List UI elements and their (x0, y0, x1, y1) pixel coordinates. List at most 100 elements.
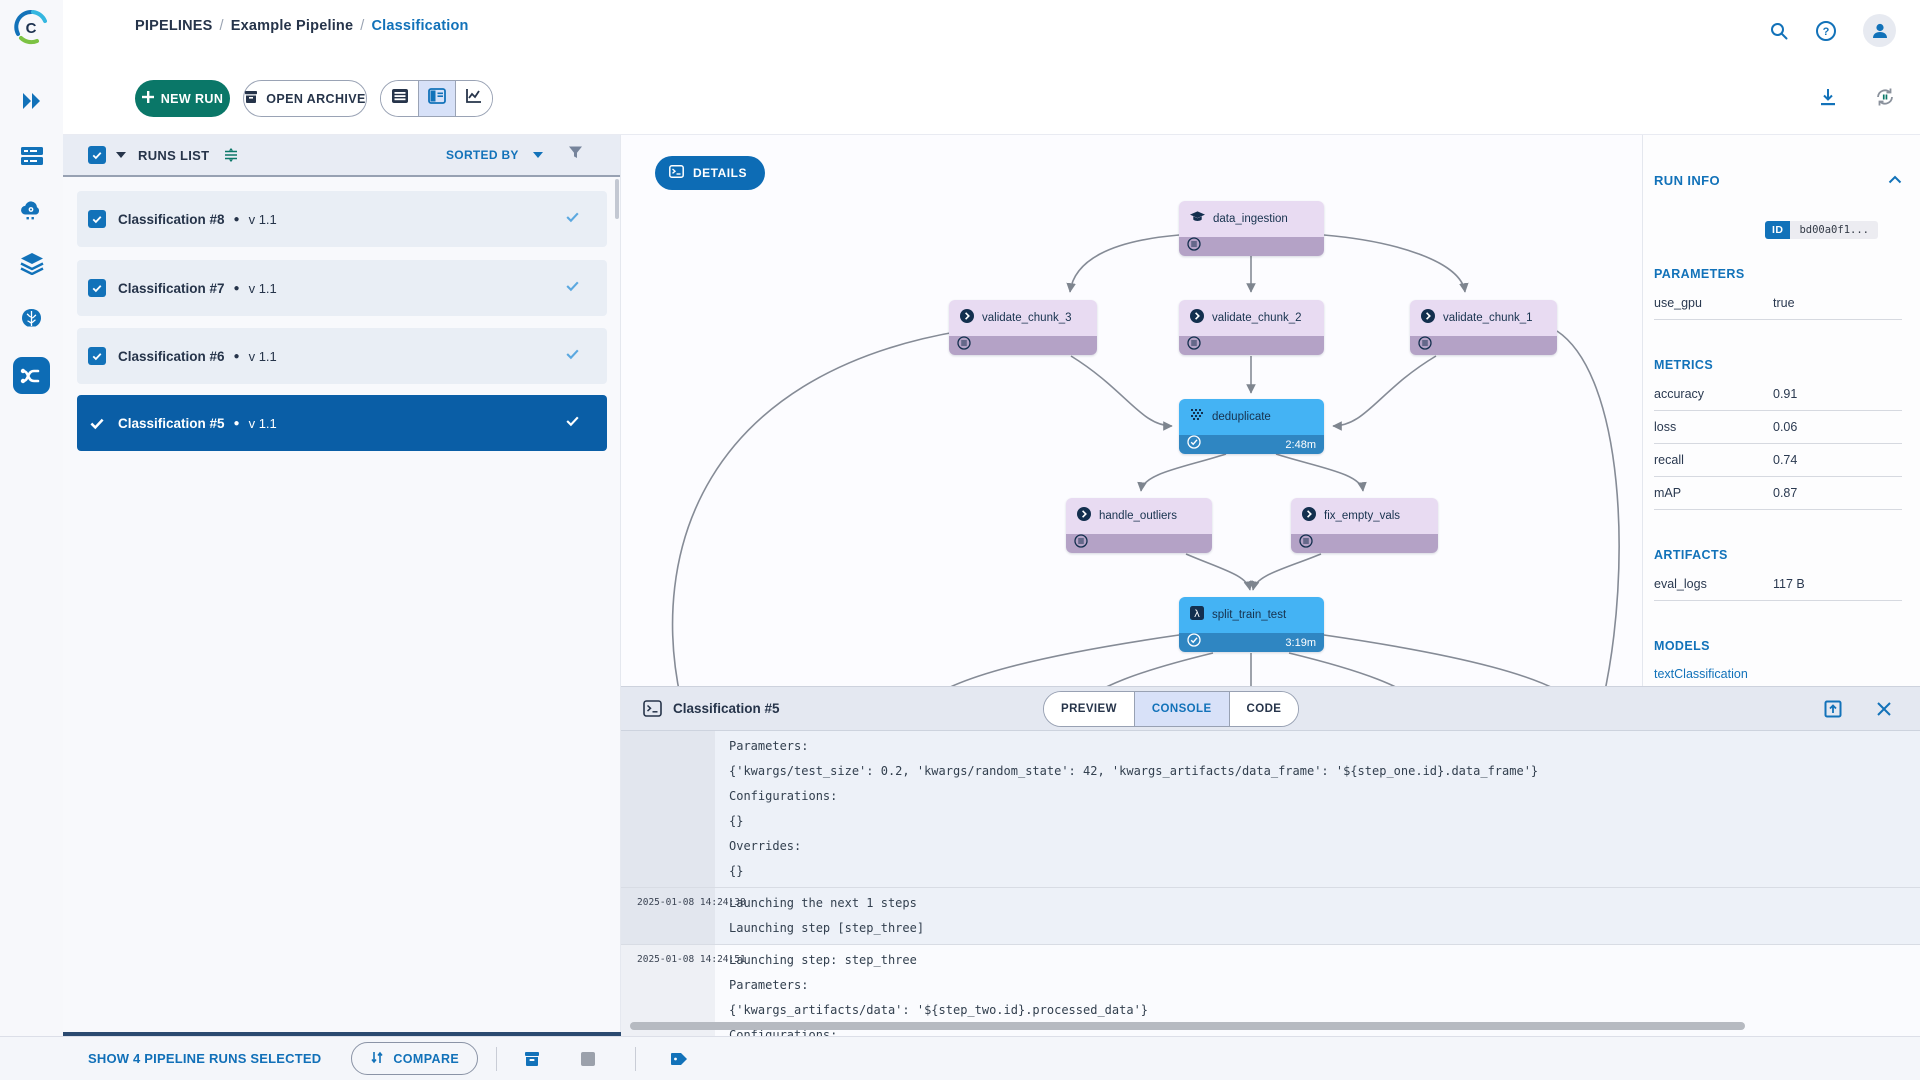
completed-check-icon (564, 208, 581, 230)
play-circle-icon (1077, 506, 1091, 526)
selected-runs-status[interactable]: SHOW 4 PIPELINE RUNS SELECTED (88, 1051, 321, 1066)
run-item-classification-6[interactable]: Classification #6 ● v 1.1 (77, 328, 607, 384)
filter-icon[interactable] (568, 145, 583, 165)
run-item-classification-5[interactable]: Classification #5 ● v 1.1 (77, 395, 607, 451)
metrics-section-title: METRICS (1654, 358, 1714, 372)
terminal-icon (669, 165, 684, 181)
breadcrumb-example-pipeline[interactable]: Example Pipeline (231, 18, 353, 34)
run-checkbox[interactable] (88, 347, 106, 365)
svg-text:C: C (26, 20, 37, 37)
breadcrumb-pipelines[interactable]: PIPELINES (135, 18, 213, 34)
archive-icon[interactable] (523, 1050, 541, 1068)
sidebar-item-workers-queues[interactable] (18, 197, 45, 224)
run-checkbox[interactable] (88, 279, 106, 297)
log-timestamp (621, 731, 715, 887)
console-horizontal-scrollbar[interactable] (630, 1022, 1745, 1030)
close-icon[interactable] (1876, 701, 1892, 717)
column-settings-icon[interactable] (223, 147, 239, 163)
completed-status-icon (1187, 633, 1201, 652)
console-tabs: PREVIEW CONSOLE CODE (1043, 691, 1300, 727)
download-icon[interactable] (1818, 87, 1838, 107)
node-data-ingestion[interactable]: data_ingestion (1179, 201, 1324, 256)
parameters-section-title: PARAMETERS (1654, 267, 1745, 281)
model-link[interactable]: textClassification (1654, 667, 1902, 681)
breadcrumb-classification[interactable]: Classification (372, 18, 469, 34)
help-icon[interactable]: ? (1815, 20, 1837, 42)
run-id-row: ID bd00a0f1... (1654, 221, 1878, 239)
sidebar: C (0, 0, 63, 1036)
run-info-title: RUN INFO (1654, 172, 1721, 188)
completed-status-icon (1187, 435, 1201, 454)
cloud-gear-icon (19, 199, 44, 223)
metric-row: recall 0.74 (1654, 444, 1902, 477)
sidebar-item-models[interactable] (18, 305, 45, 332)
chart-view-button[interactable] (455, 81, 492, 116)
layers-icon (19, 251, 45, 275)
tab-preview[interactable]: PREVIEW (1044, 692, 1134, 726)
play-circle-icon (960, 308, 974, 328)
node-fix-empty-vals[interactable]: fix_empty_vals (1291, 498, 1438, 553)
node-validate-chunk-2[interactable]: validate_chunk_2 (1179, 300, 1324, 355)
table-view-icon (391, 88, 409, 109)
svg-text:?: ? (1823, 26, 1830, 38)
table-view-button[interactable] (381, 81, 418, 116)
stop-icon-disabled (581, 1051, 596, 1066)
tab-console[interactable]: CONSOLE (1133, 692, 1229, 726)
node-handle-outliers[interactable]: handle_outliers (1066, 498, 1212, 553)
artifact-row: eval_logs 117 B (1654, 568, 1902, 601)
metric-row: mAP 0.87 (1654, 477, 1902, 510)
breadcrumb: PIPELINES / Example Pipeline / Classificatio… (135, 18, 469, 34)
completed-check-icon (564, 412, 581, 434)
sidebar-item-datasets[interactable] (18, 142, 45, 169)
chevron-up-icon[interactable] (1888, 171, 1902, 189)
log-line: Configurations: (729, 789, 838, 803)
play-circle-icon (1302, 506, 1316, 526)
models-section-title: MODELS (1654, 639, 1710, 653)
tag-icon[interactable] (670, 1051, 689, 1067)
open-archive-button[interactable]: OPEN ARCHIVE (243, 80, 367, 117)
expand-panel-icon[interactable] (1824, 700, 1842, 718)
tab-code[interactable]: CODE (1228, 692, 1299, 726)
select-all-checkbox[interactable] (88, 146, 106, 164)
completed-check-icon (564, 345, 581, 367)
node-split-train-test[interactable]: λ split_train_test 3:19m (1179, 597, 1324, 652)
run-checkbox[interactable] (88, 210, 106, 228)
split-view-button[interactable] (418, 81, 455, 116)
play-circle-icon (1190, 308, 1204, 328)
top-bar: PIPELINES / Example Pipeline / Classificatio… (63, 0, 1920, 64)
queued-status-icon (1418, 336, 1432, 355)
clearml-logo[interactable]: C (12, 8, 50, 46)
details-button[interactable]: DETAILS (655, 156, 765, 190)
sidebar-item-projects[interactable] (18, 87, 45, 114)
console-log: Parameters: {'kwargs/test_size': 0.2, 'k… (621, 731, 1920, 1036)
pipelines-icon (19, 365, 44, 387)
select-menu-caret[interactable] (116, 152, 126, 158)
node-runtime: 3:19m (1285, 636, 1316, 649)
search-icon[interactable] (1769, 21, 1789, 41)
user-avatar[interactable] (1863, 14, 1896, 47)
sorted-by-control[interactable]: SORTED BY (446, 148, 543, 162)
new-run-button[interactable]: NEW RUN (135, 80, 230, 117)
id-badge: ID (1764, 221, 1791, 239)
split-view-icon (428, 88, 446, 109)
run-id-value[interactable]: bd00a0f1... (1790, 221, 1878, 239)
dither-icon (1190, 408, 1204, 427)
sidebar-item-pipelines[interactable] (13, 357, 50, 394)
node-validate-chunk-1[interactable]: validate_chunk_1 (1410, 300, 1557, 355)
log-line: {'kwargs/test_size': 0.2, 'kwargs/random… (729, 764, 1539, 778)
log-line: {} (729, 814, 744, 828)
lambda-icon: λ (1190, 605, 1204, 625)
parameter-row: use_gpu true (1654, 287, 1902, 320)
node-validate-chunk-3[interactable]: validate_chunk_3 (949, 300, 1097, 355)
run-item-classification-8[interactable]: Classification #8 ● v 1.1 (77, 191, 607, 247)
auto-refresh-icon[interactable] (1874, 86, 1896, 108)
node-deduplicate[interactable]: deduplicate 2:48m (1179, 399, 1324, 454)
bullet-separator: ● (233, 350, 240, 362)
log-line: {'kwargs_artifacts/data': '${step_two.id… (729, 1003, 1149, 1017)
runs-panel: RUNS LIST SORTED BY Classification #8 ● … (63, 135, 621, 1036)
compare-button[interactable]: COMPARE (351, 1042, 479, 1075)
run-item-classification-7[interactable]: Classification #7 ● v 1.1 (77, 260, 607, 316)
sidebar-item-hyper-datasets[interactable] (18, 249, 45, 276)
selected-check-icon[interactable] (88, 414, 106, 432)
runs-scrollbar[interactable] (615, 179, 619, 219)
